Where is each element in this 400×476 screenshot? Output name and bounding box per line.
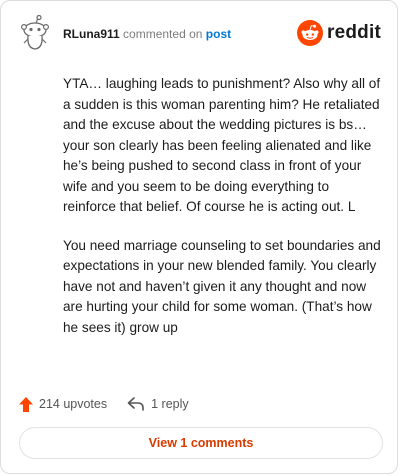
upvote-count: 214 upvotes: [39, 397, 108, 411]
comment-meta: RLuna911 commented on post: [63, 27, 231, 41]
view-comments-button[interactable]: View 1 comments: [19, 427, 383, 459]
commented-on-text: commented on: [123, 27, 203, 41]
comment-paragraph: You need marriage counseling to set boun…: [63, 237, 381, 335]
comment-paragraph: YTA… laughing leads to punishment? Also …: [63, 76, 381, 214]
comment-card: RLuna911 commented on post reddit YTA… l…: [0, 0, 398, 474]
comment-header: RLuna911 commented on post reddit: [19, 15, 381, 55]
upvote-arrow-icon: [19, 396, 33, 412]
reply-arrow-icon: [127, 397, 144, 411]
upvote-button[interactable]: 214 upvotes: [19, 396, 108, 412]
reddit-wordmark: reddit: [327, 22, 381, 43]
reply-button[interactable]: 1 reply: [127, 397, 189, 411]
comment-actions: 214 upvotes 1 reply: [19, 394, 189, 414]
comment-body: YTA… laughing leads to punishment? Also …: [63, 74, 381, 356]
reply-count: 1 reply: [151, 397, 189, 411]
username[interactable]: RLuna911: [63, 27, 120, 41]
snoo-avatar-icon[interactable]: [19, 15, 53, 51]
reddit-brand[interactable]: reddit: [297, 19, 381, 47]
post-link[interactable]: post: [206, 27, 231, 41]
reddit-logo-icon: [297, 20, 324, 46]
